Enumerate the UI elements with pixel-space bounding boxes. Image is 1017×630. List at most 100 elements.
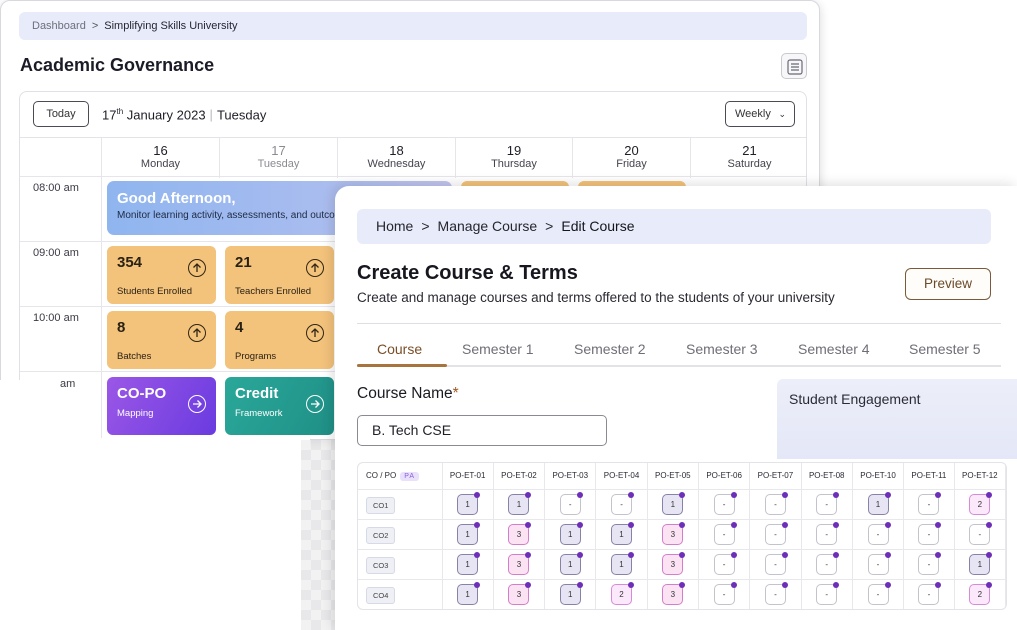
co-po-mapping-card[interactable]: CO-PO Mapping: [107, 377, 216, 435]
matrix-cell: -: [852, 549, 905, 580]
preview-button[interactable]: Preview: [905, 268, 991, 300]
mapping-value-box[interactable]: -: [764, 581, 788, 605]
mapping-value-box[interactable]: -: [816, 581, 840, 605]
date-day: 17: [102, 107, 117, 123]
mapping-value-box[interactable]: 1: [457, 491, 481, 515]
mapping-value-box[interactable]: 1: [559, 581, 583, 605]
tab-semester-2[interactable]: Semester 2: [574, 341, 646, 357]
day-header[interactable]: 18 Wednesday: [337, 138, 455, 178]
mapping-value-box[interactable]: 1: [508, 491, 532, 515]
mapping-value-box[interactable]: 1: [457, 581, 481, 605]
mapping-value: -: [927, 529, 931, 539]
status-dot-icon: [679, 581, 686, 588]
tab-semester-5[interactable]: Semester 5: [909, 341, 981, 357]
mapping-value-box[interactable]: -: [713, 491, 737, 515]
credit-framework-card[interactable]: Credit Framework: [225, 377, 334, 435]
mapping-value-box[interactable]: 3: [662, 551, 686, 575]
mapping-value-box[interactable]: 1: [867, 491, 891, 515]
mapping-value: 1: [516, 499, 522, 509]
mapping-value: 3: [670, 589, 676, 599]
mapping-value: 1: [875, 499, 881, 509]
status-dot-icon: [628, 551, 635, 558]
tab-course[interactable]: Course: [377, 341, 422, 357]
matrix-cell: -: [595, 489, 648, 520]
mapping-value-box[interactable]: -: [969, 521, 993, 545]
mapping-value-box[interactable]: -: [764, 491, 788, 515]
matrix-cell: 3: [493, 579, 546, 609]
mapping-value-box[interactable]: -: [816, 521, 840, 545]
mapping-value-box[interactable]: 3: [662, 581, 686, 605]
mapping-value-box[interactable]: 1: [611, 551, 635, 575]
mapping-value-box[interactable]: 2: [969, 491, 993, 515]
mapping-value-box[interactable]: -: [816, 491, 840, 515]
mapping-value-box[interactable]: 1: [662, 491, 686, 515]
teachers-enrolled-card[interactable]: 21 Teachers Enrolled: [225, 246, 334, 304]
mapping-value: 1: [619, 559, 624, 569]
breadcrumb-current: Simplifying Skills University: [104, 20, 238, 32]
mapping-value-box[interactable]: -: [918, 581, 942, 605]
mapping-value-box[interactable]: 2: [969, 581, 993, 605]
mapping-value: 3: [516, 529, 522, 539]
tab-semester-3[interactable]: Semester 3: [686, 341, 758, 357]
view-select[interactable]: Weekly ⌄: [725, 101, 795, 127]
breadcrumb: Dashboard > Simplifying Skills University: [19, 12, 807, 40]
tab-semester-1[interactable]: Semester 1: [462, 341, 534, 357]
mapping-value-box[interactable]: 1: [457, 551, 481, 575]
mapping-value-box[interactable]: -: [867, 581, 891, 605]
co-po-label: CO / PO: [366, 470, 397, 480]
programs-card[interactable]: 4 Programs: [225, 311, 334, 369]
mapping-value-box[interactable]: -: [918, 551, 942, 575]
decorative-pattern: [301, 440, 335, 630]
mapping-value-box[interactable]: 3: [508, 551, 532, 575]
day-header[interactable]: 19 Thursday: [455, 138, 572, 178]
mapping-value-box[interactable]: 1: [457, 521, 481, 545]
co-label: CO3: [366, 556, 396, 574]
list-view-button[interactable]: [781, 53, 807, 79]
mapping-value-box[interactable]: -: [559, 491, 583, 515]
day-header[interactable]: 17 Tuesday: [219, 138, 337, 178]
mapping-value-box[interactable]: -: [816, 551, 840, 575]
mapping-value-box[interactable]: 3: [508, 581, 532, 605]
arrow-right-icon[interactable]: [188, 395, 206, 413]
matrix-cell: 2: [954, 579, 1006, 609]
matrix-cell: 1: [442, 549, 494, 580]
batches-card[interactable]: 8 Batches: [107, 311, 216, 369]
mapping-value-box[interactable]: -: [764, 521, 788, 545]
matrix-cell: 1: [442, 489, 494, 520]
mapping-value-box[interactable]: 3: [662, 521, 686, 545]
mapping-value-box[interactable]: 3: [508, 521, 532, 545]
mapping-value-box[interactable]: -: [867, 521, 891, 545]
day-header[interactable]: 16 Monday: [101, 138, 219, 178]
arrow-up-icon[interactable]: [188, 324, 206, 342]
day-header[interactable]: 20 Friday: [572, 138, 690, 178]
table-row: CO3 1 3 1 1 3 - - - - - 1: [358, 549, 1006, 580]
today-button[interactable]: Today: [33, 101, 89, 127]
mapping-value-box[interactable]: -: [764, 551, 788, 575]
arrow-right-icon[interactable]: [306, 395, 324, 413]
tab-semester-4[interactable]: Semester 4: [798, 341, 870, 357]
mapping-value-box[interactable]: -: [611, 491, 635, 515]
breadcrumb-manage-course[interactable]: Manage Course: [438, 218, 538, 234]
mapping-value-box[interactable]: 1: [969, 551, 993, 575]
day-header[interactable]: 21 Saturday: [690, 138, 806, 178]
arrow-up-icon[interactable]: [306, 259, 324, 277]
breadcrumb-home[interactable]: Home: [376, 218, 413, 234]
mapping-value-box[interactable]: 1: [559, 521, 583, 545]
mapping-value-box[interactable]: 1: [559, 551, 583, 575]
students-enrolled-card[interactable]: 354 Students Enrolled: [107, 246, 216, 304]
pa-badge[interactable]: PA: [400, 471, 420, 481]
po-column-header: PO-ET-01: [442, 463, 494, 490]
arrow-up-icon[interactable]: [306, 324, 324, 342]
mapping-value-box[interactable]: 2: [611, 581, 635, 605]
mapping-value-box[interactable]: -: [918, 491, 942, 515]
course-name-input[interactable]: B. Tech CSE: [357, 415, 607, 446]
mapping-value-box[interactable]: -: [867, 551, 891, 575]
mapping-value-box[interactable]: -: [713, 551, 737, 575]
arrow-up-icon[interactable]: [188, 259, 206, 277]
mapping-value-box[interactable]: -: [918, 521, 942, 545]
po-column-header: PO-ET-02: [493, 463, 546, 490]
mapping-value-box[interactable]: 1: [611, 521, 635, 545]
breadcrumb-dashboard[interactable]: Dashboard: [32, 20, 86, 32]
mapping-value-box[interactable]: -: [713, 521, 737, 545]
mapping-value-box[interactable]: -: [713, 581, 737, 605]
